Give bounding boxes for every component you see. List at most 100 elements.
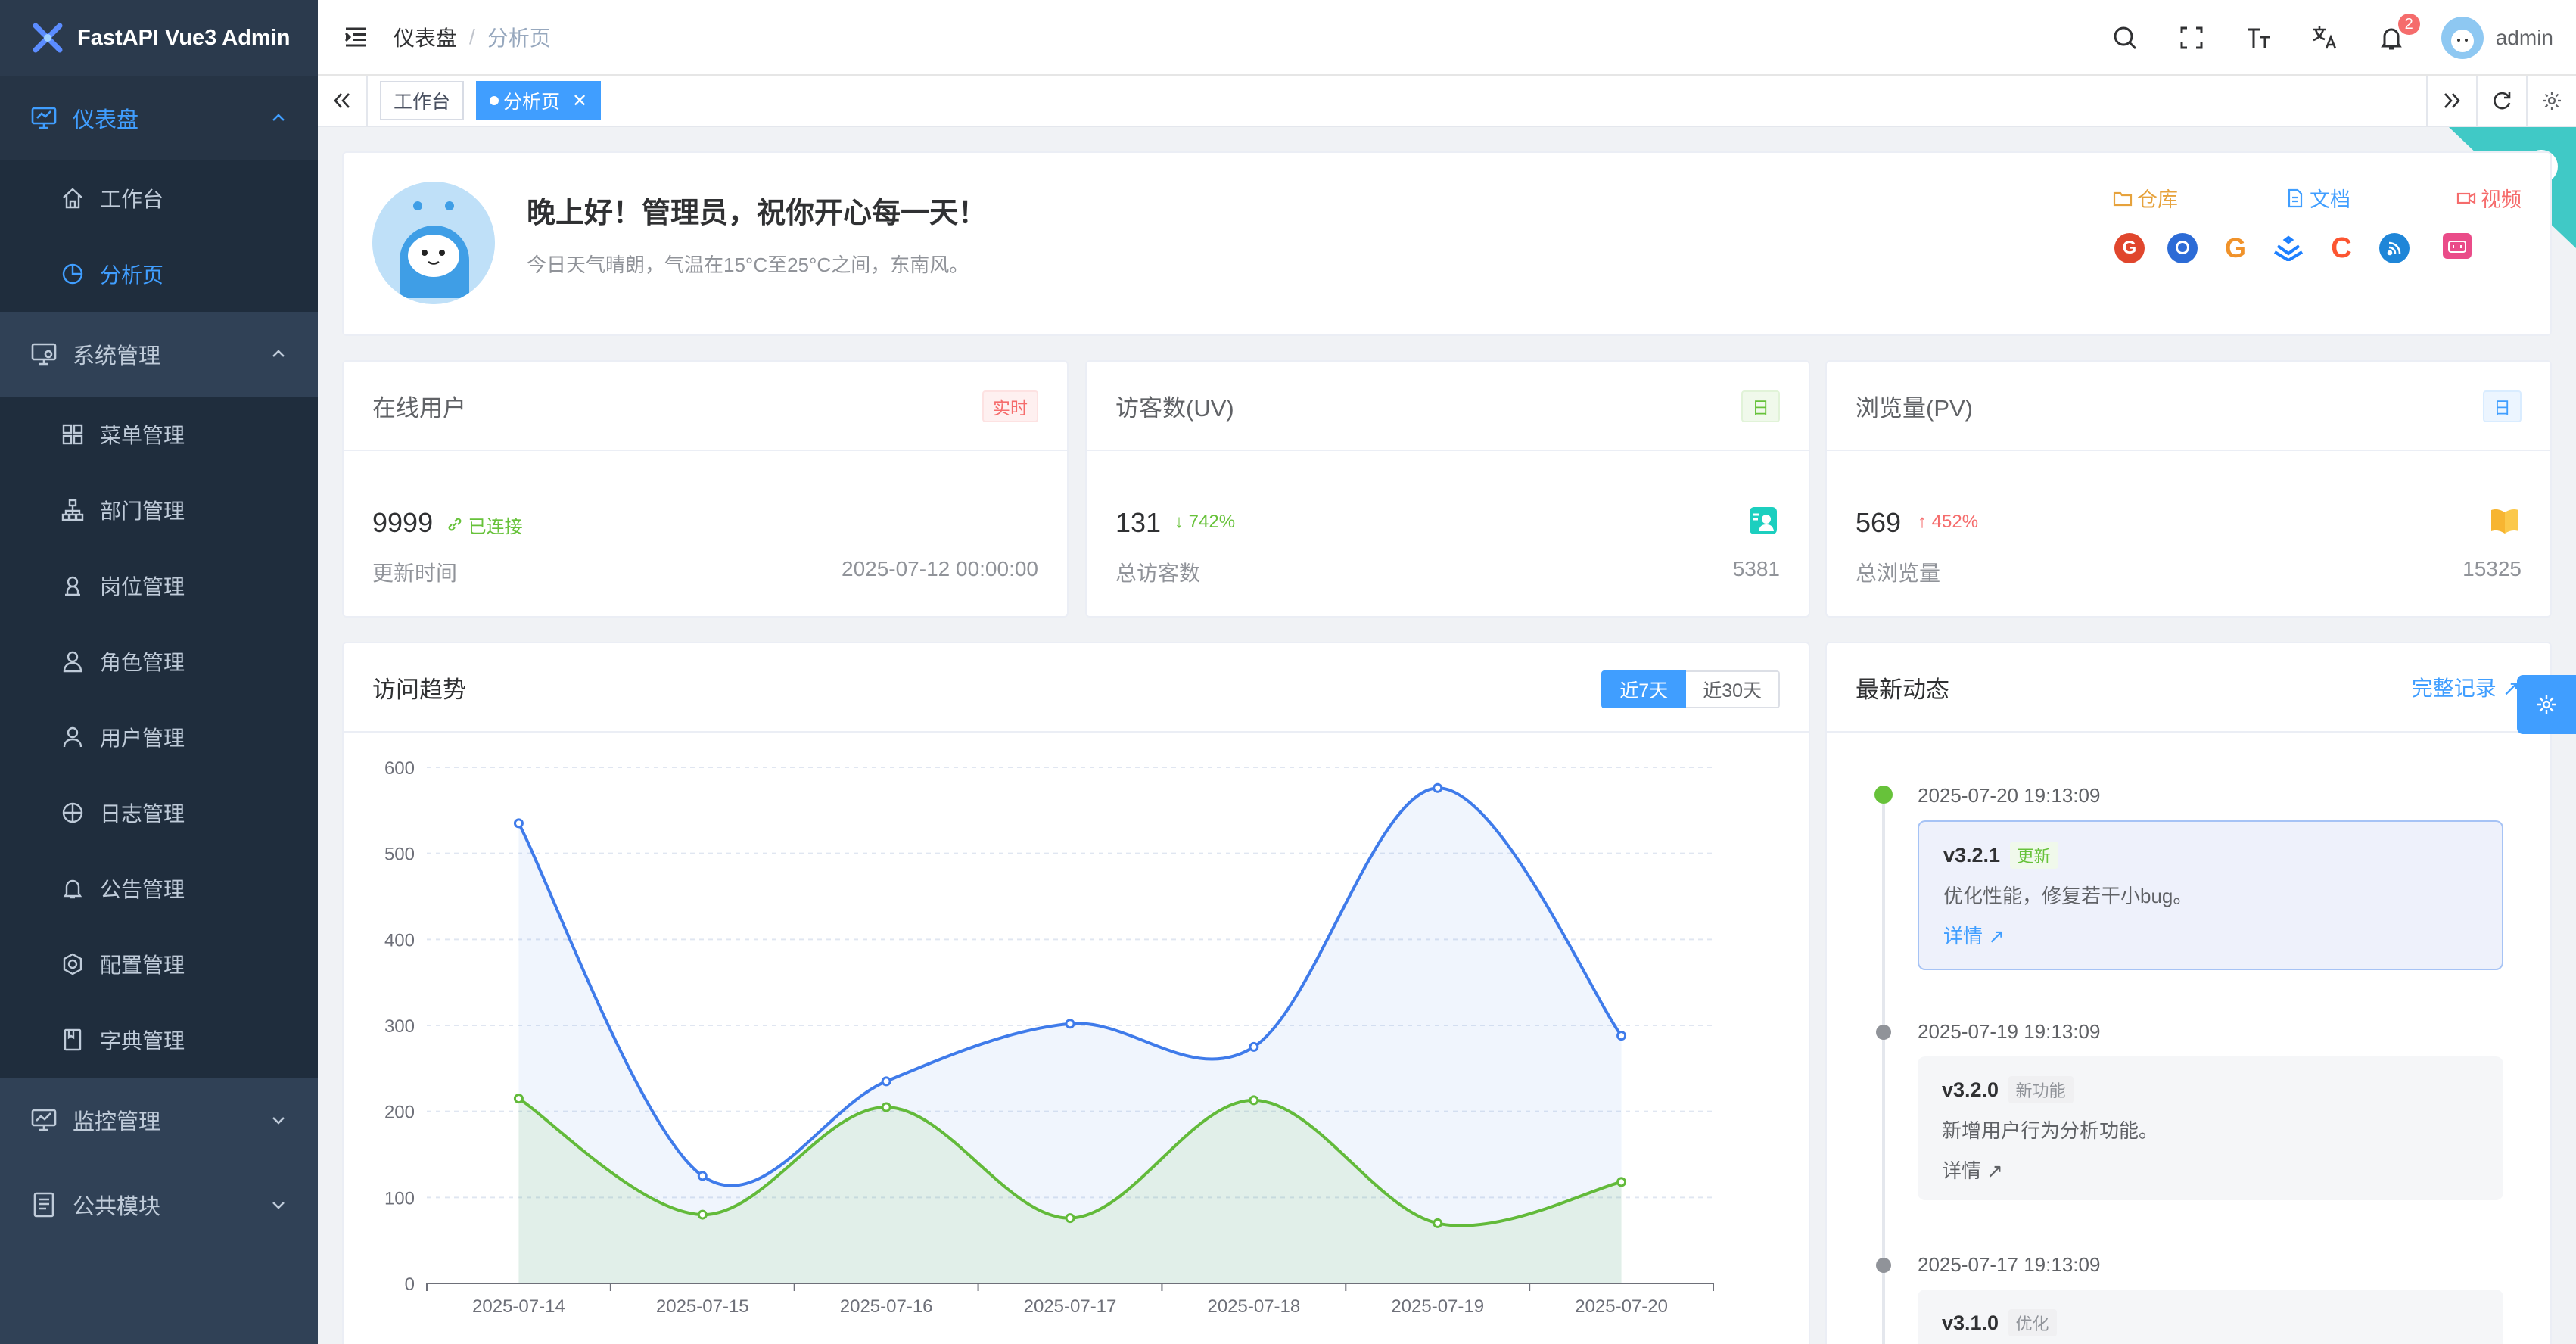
brand-links: G G C <box>2114 232 2523 271</box>
active-dot <box>490 96 499 105</box>
stat-title: 访客数(UV) <box>1115 394 1234 422</box>
juejin-icon[interactable] <box>2273 233 2304 263</box>
grid-icon <box>59 421 86 448</box>
bell-icon[interactable]: 2 <box>2375 14 2420 54</box>
trend-card: 访问趋势 近7天 近30天 0 100 200 300 400 500 600 2025-07… <box>342 642 1810 1344</box>
sidebar-item-label: 菜单管理 <box>100 424 185 447</box>
refresh-icon[interactable] <box>2476 76 2526 126</box>
tag-workbench[interactable]: 工作台 <box>380 81 465 120</box>
menu-group-common[interactable]: 公共模块 <box>0 1162 318 1247</box>
stat-card-pv: 浏览量(PV) 日 569 ↑ 452% 总浏览量 15325 <box>1825 360 2552 618</box>
menu-group-system[interactable]: 系统管理 <box>0 312 318 397</box>
quick-link-repo[interactable]: 仓库 <box>2113 183 2178 213</box>
csdn-icon[interactable]: C <box>2326 232 2357 264</box>
avatar <box>372 182 495 304</box>
sidebar-item-log[interactable]: 日志管理 <box>0 775 318 851</box>
gear-icon[interactable] <box>2526 76 2576 126</box>
fullscreen-icon[interactable] <box>2175 21 2208 54</box>
external-link-icon: ↗ <box>1986 1159 2004 1182</box>
welcome-card: 晚上好！管理员，祝你开心每一天！ 今日天气晴朗，气温在15°C至25°C之间，东… <box>342 151 2552 336</box>
avatar[interactable] <box>2441 17 2484 59</box>
book-icon <box>2491 509 2518 534</box>
menu-toggle-icon[interactable] <box>341 22 371 52</box>
bilibili-icon[interactable] <box>2443 233 2472 259</box>
breadcrumb-item[interactable]: 仪表盘 <box>394 22 457 52</box>
github-icon[interactable] <box>2167 233 2198 263</box>
scroll-left-icon[interactable] <box>318 76 368 126</box>
sidebar-item-role[interactable]: 角色管理 <box>0 624 318 699</box>
details-link[interactable]: 详情 ↗ <box>1943 921 2478 949</box>
timeline-desc: 优化性能，修复若干小bug。 <box>1943 885 2193 907</box>
compass-icon <box>59 799 86 826</box>
quick-link-video[interactable]: 视频 <box>2456 183 2522 213</box>
sidebar-item-analysis[interactable]: 分析页 <box>0 236 318 312</box>
sidebar-item-dept[interactable]: 部门管理 <box>0 472 318 548</box>
font-size-icon[interactable] <box>2242 21 2275 54</box>
google-icon[interactable]: G <box>2220 232 2251 263</box>
sidebar-item-post[interactable]: 岗位管理 <box>0 548 318 624</box>
scroll-right-icon[interactable] <box>2426 76 2476 126</box>
app-title: FastAPI Vue3 Admin <box>77 25 291 50</box>
range-30-days-button[interactable]: 近30天 <box>1686 670 1780 708</box>
home-icon <box>59 185 86 212</box>
stat-foot-label: 总浏览量 <box>1856 562 1941 585</box>
menu-group-label: 监控管理 <box>73 1110 161 1134</box>
tag-label: 分析页 <box>503 92 561 113</box>
user-badge-icon <box>59 572 86 599</box>
logo[interactable]: FastAPI Vue3 Admin <box>0 0 318 76</box>
stat-card-uv: 访客数(UV) 日 131 ↓ 742% 总访客数 5381 <box>1085 360 1810 618</box>
user-role-icon <box>59 648 86 675</box>
x-tick-label: 2025-07-16 <box>840 1296 933 1317</box>
connection-status: 已连接 <box>446 512 523 538</box>
stat-title: 浏览量(PV) <box>1856 394 1973 422</box>
sidebar-item-user[interactable]: 用户管理 <box>0 699 318 775</box>
y-tick-label: 400 <box>384 930 415 950</box>
org-tree-icon <box>59 496 86 524</box>
sidebar-item-label: 角色管理 <box>100 651 185 674</box>
menu-group-label: 系统管理 <box>73 344 161 369</box>
panel-title: 访问趋势 <box>372 676 466 703</box>
data-point <box>1433 782 1443 793</box>
menu-group-monitor[interactable]: 监控管理 <box>0 1078 318 1162</box>
stat-value: 569 <box>1856 507 1902 538</box>
range-7-days-button[interactable]: 近7天 <box>1601 670 1687 708</box>
close-icon[interactable]: ✕ <box>572 90 587 112</box>
document-icon <box>2285 188 2305 208</box>
settings-float-button[interactable] <box>2517 675 2576 734</box>
timeline-dot <box>1876 1258 1891 1273</box>
link-icon <box>448 518 462 531</box>
sidebar-item-workbench[interactable]: 工作台 <box>0 160 318 236</box>
translate-icon[interactable] <box>2308 21 2341 54</box>
sidebar-item-config[interactable]: 配置管理 <box>0 926 318 1002</box>
user-name[interactable]: admin <box>2496 26 2553 50</box>
x-tick-label: 2025-07-19 <box>1391 1296 1484 1317</box>
panel-title: 最新动态 <box>1856 676 1949 703</box>
sidebar-item-label: 用户管理 <box>100 726 185 750</box>
y-tick-label: 600 <box>384 758 415 779</box>
rss-icon[interactable] <box>2379 233 2410 263</box>
menu-group-dashboard[interactable]: 仪表盘 <box>0 76 318 160</box>
details-label: 详情 <box>1942 1159 1982 1182</box>
full-record-link[interactable]: 完整记录 ↗ <box>2412 672 2520 702</box>
quick-link-label: 仓库 <box>2137 188 2178 211</box>
breadcrumb: 仪表盘 / 分析页 <box>394 22 551 52</box>
sidebar-item-notice[interactable]: 公告管理 <box>0 851 318 926</box>
quick-link-docs[interactable]: 文档 <box>2285 183 2350 213</box>
sidebar-item-menu[interactable]: 菜单管理 <box>0 397 318 472</box>
welcome-subtitle: 今日天气晴朗，气温在15°C至25°C之间，东南风。 <box>527 254 969 276</box>
data-point <box>881 1076 891 1087</box>
details-link[interactable]: 详情 ↗ <box>1942 1156 2479 1184</box>
stat-foot-label: 更新时间 <box>372 562 458 585</box>
x-tick-label: 2025-07-15 <box>656 1296 749 1317</box>
gitee-icon[interactable]: G <box>2114 233 2145 263</box>
sidebar-item-dict[interactable]: 字典管理 <box>0 1002 318 1078</box>
gear-icon <box>59 950 86 978</box>
data-point <box>697 1171 708 1181</box>
full-record-label: 完整记录 <box>2411 677 2497 700</box>
x-tick-label: 2025-07-20 <box>1575 1296 1668 1317</box>
data-point <box>1249 1095 1259 1106</box>
search-icon[interactable] <box>2108 21 2142 54</box>
tag-analysis[interactable]: 分析页 ✕ <box>476 81 602 120</box>
timeline-version: v3.1.0 <box>1942 1311 1999 1334</box>
visitor-icon <box>1750 507 1777 534</box>
